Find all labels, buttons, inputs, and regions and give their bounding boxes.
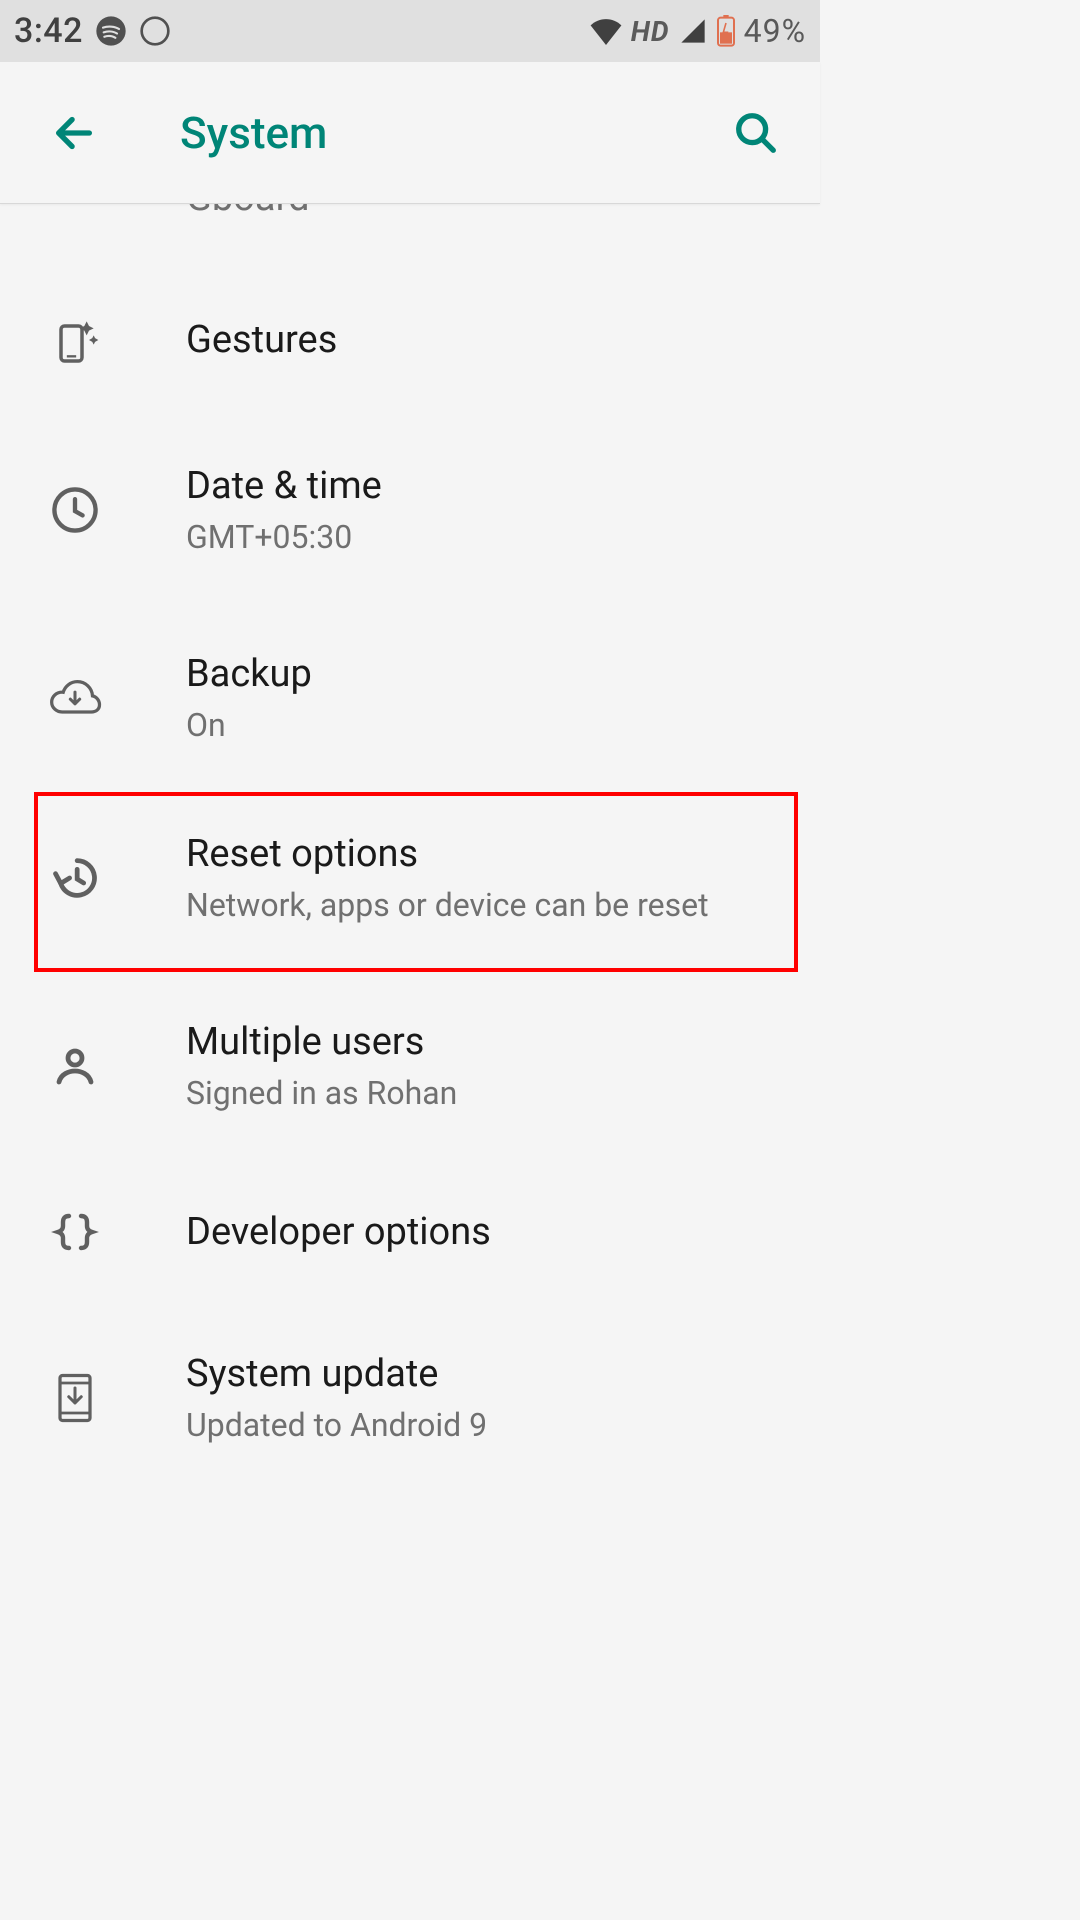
list-sub-partial: Gboard [186, 204, 310, 220]
list-title: Date & time [186, 464, 382, 508]
list-sub: GMT+05:30 [186, 518, 382, 556]
list-item-reset-options[interactable]: Reset options Network, apps or device ca… [38, 796, 794, 968]
back-button[interactable] [44, 103, 104, 163]
list-item-date-time[interactable]: Date & time GMT+05:30 [0, 416, 820, 604]
list-item-backup[interactable]: Backup On [0, 604, 820, 792]
list-item-partial[interactable]: Gboard [0, 204, 820, 264]
list-sub: Signed in as Rohan [186, 1074, 457, 1112]
battery-percentage: 49% [744, 12, 806, 50]
circle-outline-icon [139, 15, 171, 47]
status-time: 3:42 [14, 11, 83, 51]
wifi-icon [589, 17, 623, 45]
list-title: Multiple users [186, 1020, 457, 1064]
list-title: System update [186, 1352, 487, 1396]
list-item-multiple-users[interactable]: Multiple users Signed in as Rohan [0, 972, 820, 1160]
list-title: Reset options [186, 832, 709, 876]
cellular-signal-icon [678, 17, 708, 45]
system-update-icon [40, 1373, 110, 1423]
spotify-icon [95, 15, 127, 47]
list-title: Gestures [186, 318, 337, 362]
battery-icon [716, 15, 736, 47]
highlight-annotation: Reset options Network, apps or device ca… [34, 792, 798, 972]
list-title: Developer options [186, 1210, 491, 1254]
settings-list[interactable]: Gboard Gestures Date & time GMT+05:30 [0, 204, 820, 1492]
list-sub: Network, apps or device can be reset [186, 886, 709, 924]
list-sub: On [186, 706, 312, 744]
hd-indicator: HD [631, 15, 670, 48]
cloud-download-icon [40, 676, 110, 720]
list-sub: Updated to Android 9 [186, 1406, 487, 1444]
restore-icon [40, 852, 110, 904]
page-title: System [180, 107, 327, 159]
braces-icon [40, 1208, 110, 1256]
clock-icon [40, 484, 110, 536]
app-bar: System [0, 62, 820, 204]
list-item-developer-options[interactable]: Developer options [0, 1160, 820, 1304]
search-button[interactable] [726, 103, 786, 163]
gestures-icon [40, 312, 110, 368]
status-bar: 3:42 HD 49% [0, 0, 820, 62]
person-icon [40, 1042, 110, 1090]
list-title: Backup [186, 652, 312, 696]
list-item-system-update[interactable]: System update Updated to Android 9 [0, 1304, 820, 1492]
list-item-gestures[interactable]: Gestures [0, 264, 820, 416]
